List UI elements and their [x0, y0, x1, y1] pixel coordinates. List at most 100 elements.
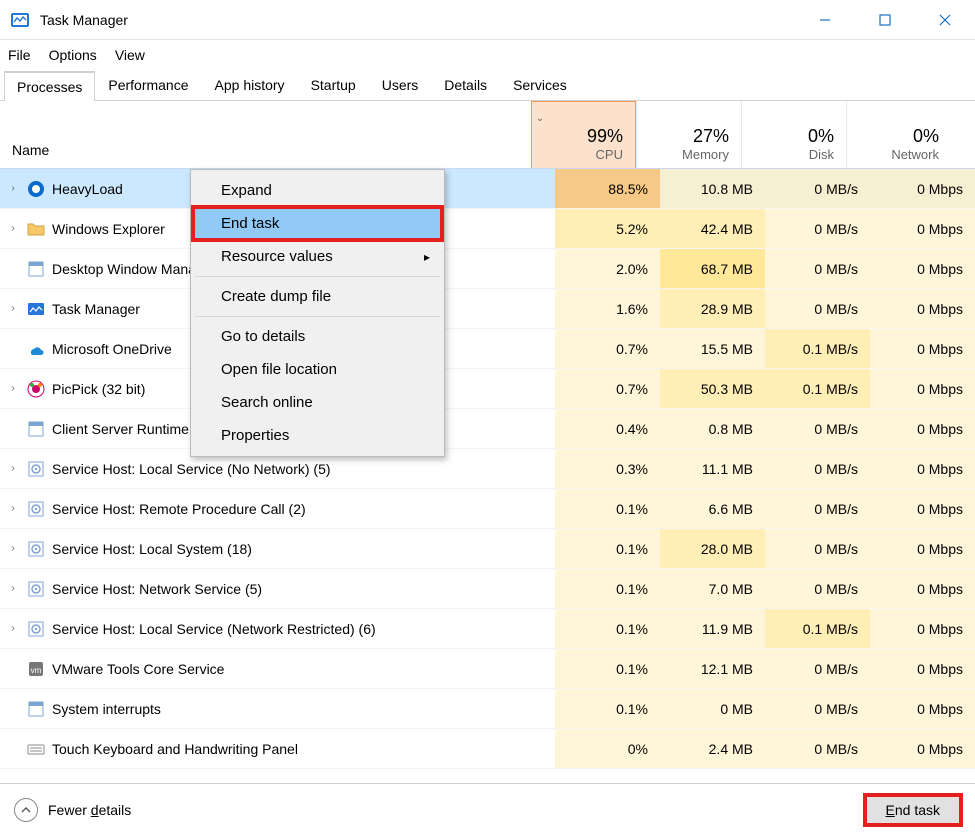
cell-disk: 0 MB/s: [765, 489, 870, 528]
cell-cpu: 0.1%: [555, 649, 660, 688]
process-row[interactable]: ›Service Host: Local System (18)0.1%28.0…: [0, 529, 975, 569]
process-row[interactable]: ›Service Host: Network Service (5)0.1%7.…: [0, 569, 975, 609]
menu-file[interactable]: File: [8, 47, 31, 63]
expand-chevron-icon[interactable]: ›: [6, 182, 20, 196]
expand-chevron-icon[interactable]: ›: [6, 222, 20, 236]
expand-chevron-icon[interactable]: ›: [6, 462, 20, 476]
tab-services[interactable]: Services: [500, 70, 580, 100]
context-properties[interactable]: Properties: [193, 419, 442, 452]
column-name[interactable]: Name: [0, 101, 531, 168]
maximize-button[interactable]: [855, 0, 915, 40]
cell-cpu: 0.1%: [555, 689, 660, 728]
process-row[interactable]: ›Desktop Window Manager2.0%68.7 MB0 MB/s…: [0, 249, 975, 289]
cell-disk: 0.1 MB/s: [765, 369, 870, 408]
column-memory[interactable]: 27% Memory: [636, 101, 741, 168]
expand-chevron-icon[interactable]: ›: [6, 582, 20, 596]
window-title: Task Manager: [40, 12, 128, 28]
chevron-up-icon[interactable]: [14, 798, 38, 822]
process-rows[interactable]: ›HeavyLoad88.5%10.8 MB0 MB/s0 Mbps›Windo…: [0, 169, 975, 783]
process-row[interactable]: ›Touch Keyboard and Handwriting Panel0%2…: [0, 729, 975, 769]
process-row[interactable]: ›System interrupts0.1%0 MB0 MB/s0 Mbps: [0, 689, 975, 729]
context-open-file-location[interactable]: Open file location: [193, 353, 442, 386]
vmware-icon: vm: [26, 659, 46, 679]
process-row[interactable]: ›Windows Explorer5.2%42.4 MB0 MB/s0 Mbps: [0, 209, 975, 249]
process-name-cell: ›Touch Keyboard and Handwriting Panel: [0, 729, 555, 768]
cell-network: 0 Mbps: [870, 449, 975, 488]
process-name: System interrupts: [52, 701, 161, 717]
cell-memory: 12.1 MB: [660, 649, 765, 688]
heavyload-icon: [26, 179, 46, 199]
tab-processes[interactable]: Processes: [4, 71, 95, 101]
expand-chevron-icon[interactable]: ›: [6, 302, 20, 316]
end-task-button[interactable]: End task: [865, 795, 961, 825]
process-row[interactable]: ›Service Host: Local Service (No Network…: [0, 449, 975, 489]
cell-disk: 0 MB/s: [765, 289, 870, 328]
cell-network: 0 Mbps: [870, 489, 975, 528]
cell-network: 0 Mbps: [870, 249, 975, 288]
tab-app-history[interactable]: App history: [202, 70, 298, 100]
keyboard-icon: [26, 739, 46, 759]
process-row[interactable]: ›vmVMware Tools Core Service0.1%12.1 MB0…: [0, 649, 975, 689]
cell-memory: 6.6 MB: [660, 489, 765, 528]
cell-cpu: 2.0%: [555, 249, 660, 288]
cell-cpu: 0.3%: [555, 449, 660, 488]
cell-disk: 0 MB/s: [765, 249, 870, 288]
submenu-arrow-icon: ▸: [424, 250, 430, 264]
process-name-cell: ›Service Host: Local Service (Network Re…: [0, 609, 555, 648]
cell-disk: 0 MB/s: [765, 529, 870, 568]
cell-network: 0 Mbps: [870, 569, 975, 608]
process-row[interactable]: ›Client Server Runtime Process0.4%0.8 MB…: [0, 409, 975, 449]
process-name: PicPick (32 bit): [52, 381, 145, 397]
cell-disk: 0 MB/s: [765, 409, 870, 448]
tab-users[interactable]: Users: [369, 70, 432, 100]
minimize-button[interactable]: [795, 0, 855, 40]
exe-icon: [26, 699, 46, 719]
tab-startup[interactable]: Startup: [298, 70, 369, 100]
expand-chevron-icon[interactable]: ›: [6, 542, 20, 556]
cell-memory: 15.5 MB: [660, 329, 765, 368]
cell-disk: 0 MB/s: [765, 569, 870, 608]
cell-network: 0 Mbps: [870, 289, 975, 328]
menu-options[interactable]: Options: [49, 47, 97, 63]
context-end-task[interactable]: End task: [193, 207, 442, 240]
process-row[interactable]: ›HeavyLoad88.5%10.8 MB0 MB/s0 Mbps: [0, 169, 975, 209]
context-go-to-details[interactable]: Go to details: [193, 320, 442, 353]
process-name-cell: ›System interrupts: [0, 689, 555, 728]
process-row[interactable]: ›Service Host: Remote Procedure Call (2)…: [0, 489, 975, 529]
sort-indicator-icon: ⌄: [536, 113, 623, 124]
context-create-dump-file[interactable]: Create dump file: [193, 280, 442, 313]
process-table: Name ⌄ 99% CPU 27% Memory 0% Disk 0% Net…: [0, 101, 975, 783]
close-button[interactable]: [915, 0, 975, 40]
process-row[interactable]: ›PicPick (32 bit)0.7%50.3 MB0.1 MB/s0 Mb…: [0, 369, 975, 409]
context-expand[interactable]: Expand: [193, 174, 442, 207]
expand-chevron-icon[interactable]: ›: [6, 382, 20, 396]
column-cpu[interactable]: ⌄ 99% CPU: [531, 101, 636, 168]
cell-network: 0 Mbps: [870, 369, 975, 408]
fewer-details-link[interactable]: Fewer details: [48, 802, 131, 818]
column-network[interactable]: 0% Network: [846, 101, 951, 168]
process-row[interactable]: ›Task Manager1.6%28.9 MB0 MB/s0 Mbps: [0, 289, 975, 329]
process-row[interactable]: ›Microsoft OneDrive0.7%15.5 MB0.1 MB/s0 …: [0, 329, 975, 369]
context-resource-values[interactable]: Resource values▸: [193, 240, 442, 273]
cell-cpu: 0.7%: [555, 369, 660, 408]
cell-memory: 11.1 MB: [660, 449, 765, 488]
context-search-online[interactable]: Search online: [193, 386, 442, 419]
tab-performance[interactable]: Performance: [95, 70, 201, 100]
tab-details[interactable]: Details: [431, 70, 500, 100]
process-name: Windows Explorer: [52, 221, 165, 237]
gear-icon: [26, 619, 46, 639]
gear-icon: [26, 539, 46, 559]
process-name: Service Host: Local System (18): [52, 541, 252, 557]
process-name: Task Manager: [52, 301, 140, 317]
cell-disk: 0 MB/s: [765, 729, 870, 768]
menu-view[interactable]: View: [115, 47, 145, 63]
cell-network: 0 Mbps: [870, 529, 975, 568]
cell-network: 0 Mbps: [870, 689, 975, 728]
expand-chevron-icon[interactable]: ›: [6, 622, 20, 636]
process-row[interactable]: ›Service Host: Local Service (Network Re…: [0, 609, 975, 649]
picpick-icon: [26, 379, 46, 399]
expand-chevron-icon[interactable]: ›: [6, 502, 20, 516]
process-name-cell: › Service Host: Local System (18): [0, 529, 555, 568]
exe-icon: [26, 419, 46, 439]
column-disk[interactable]: 0% Disk: [741, 101, 846, 168]
